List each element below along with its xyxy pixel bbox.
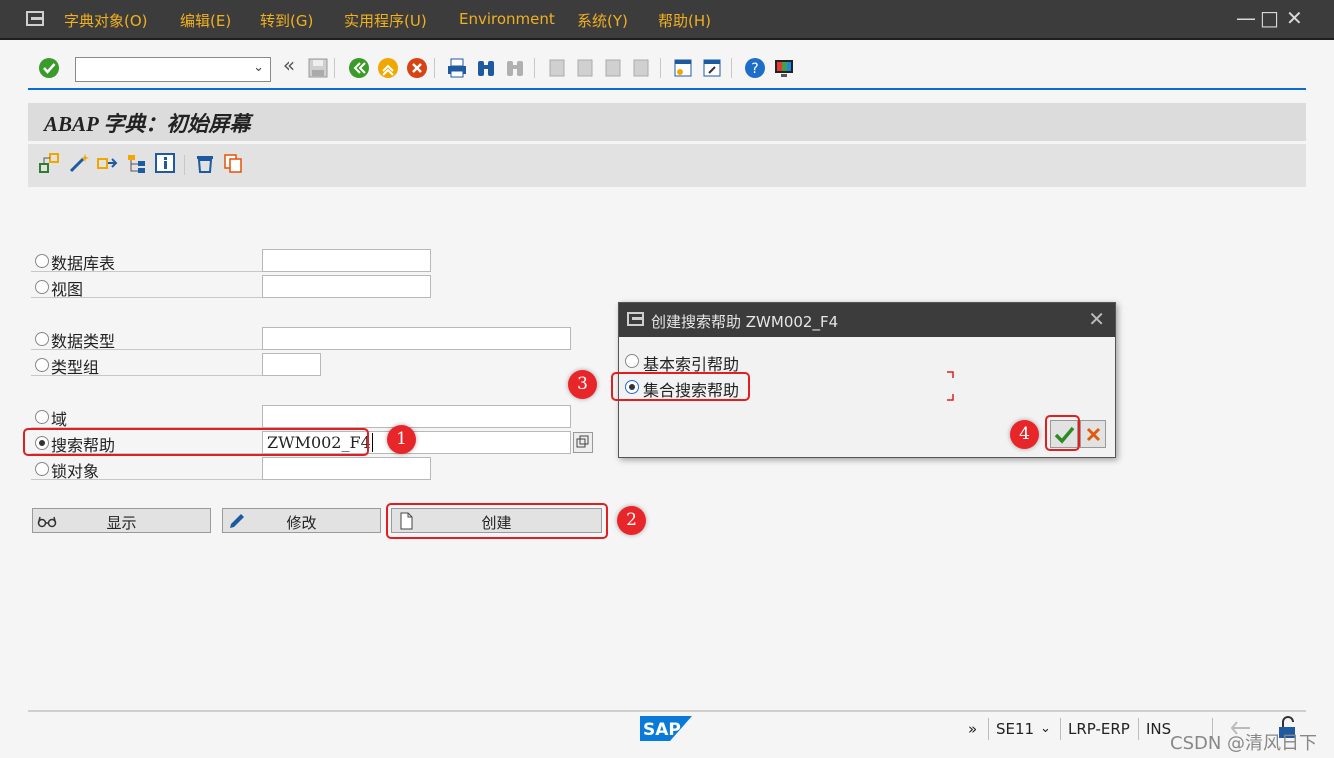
first-page-icon: [549, 59, 565, 77]
watermark: CSDN @清风日下: [1170, 733, 1318, 754]
display-button[interactable]: 显示: [32, 508, 211, 533]
shortcut-icon[interactable]: [701, 57, 723, 79]
radio-elementary[interactable]: [625, 354, 639, 368]
menu-dictionary-object[interactable]: 字典对象(O): [64, 10, 148, 31]
customize-layout-icon[interactable]: [773, 57, 795, 79]
cancel-icon[interactable]: [406, 57, 428, 79]
radio-database-table[interactable]: [35, 254, 49, 268]
row-domain[interactable]: 域: [31, 406, 263, 429]
highlight-confirm-button: [1045, 415, 1080, 451]
status-expand-icon[interactable]: »: [968, 720, 977, 738]
find-icon[interactable]: [475, 57, 497, 79]
svg-text:SAP: SAP: [643, 720, 681, 740]
menu-utilities[interactable]: 实用程序(U): [344, 10, 427, 31]
standard-toolbar: ⌄ « ?: [28, 50, 1306, 90]
change-button[interactable]: 修改: [222, 508, 381, 533]
highlight-collective-option: [611, 372, 750, 401]
step-badge-1: 1: [387, 425, 416, 454]
option-elementary-search-help[interactable]: 基本索引帮助: [625, 351, 825, 374]
other-object-icon[interactable]: [38, 152, 60, 174]
view-label: 视图: [51, 280, 84, 299]
database-table-input[interactable]: [262, 249, 431, 272]
help-icon[interactable]: ?: [744, 57, 766, 79]
where-used-icon[interactable]: [96, 152, 118, 174]
back-icon[interactable]: [348, 57, 370, 79]
change-button-label: 修改: [286, 514, 317, 532]
menu-system[interactable]: 系统(Y): [577, 10, 628, 31]
domain-label: 域: [51, 410, 68, 429]
highlight-search-help: [23, 428, 369, 456]
radio-data-type[interactable]: [35, 332, 49, 346]
menu-help[interactable]: 帮助(H): [658, 10, 711, 31]
row-lock-object[interactable]: 锁对象: [31, 458, 263, 481]
new-session-icon[interactable]: [672, 57, 694, 79]
value-help-icon[interactable]: [573, 432, 593, 453]
find-next-icon: [507, 61, 523, 76]
dialog-title: 创建搜索帮助 ZWM002_F4: [651, 313, 839, 331]
svg-text:?: ?: [751, 61, 758, 77]
dialog-menu-icon[interactable]: [627, 312, 645, 327]
chevron-down-icon[interactable]: ⌄: [253, 60, 264, 75]
minimize-button[interactable]: —: [1236, 6, 1256, 30]
radio-lock-object[interactable]: [35, 462, 49, 476]
dialog-header: 创建搜索帮助 ZWM002_F4 ✕: [619, 303, 1115, 337]
save-icon[interactable]: [307, 57, 329, 79]
row-type-group[interactable]: 类型组: [31, 354, 263, 377]
collapse-command-icon[interactable]: «: [278, 53, 300, 77]
lock-object-input[interactable]: [262, 457, 431, 480]
data-type-input[interactable]: [262, 327, 571, 350]
radio-type-group[interactable]: [35, 358, 49, 372]
sap-logo: SAP: [640, 716, 692, 741]
close-window-button[interactable]: ✕: [1286, 6, 1303, 30]
radio-domain[interactable]: [35, 410, 49, 424]
maximize-button[interactable]: □: [1260, 6, 1279, 30]
type-group-label: 类型组: [51, 358, 100, 377]
enter-check-icon[interactable]: [38, 57, 60, 79]
transaction-dropdown-icon[interactable]: ⌄: [1040, 721, 1051, 736]
page-title: ABAP 字典：初始屏幕: [44, 112, 251, 136]
magic-wand-icon[interactable]: [68, 152, 90, 174]
menu-edit[interactable]: 编辑(E): [180, 10, 231, 31]
delete-icon[interactable]: [194, 152, 216, 174]
exit-icon[interactable]: [377, 57, 399, 79]
menu-goto[interactable]: 转到(G): [260, 10, 313, 31]
command-field[interactable]: ⌄: [75, 57, 271, 82]
dialog-close-icon[interactable]: ✕: [1088, 307, 1105, 331]
lock-object-label: 锁对象: [51, 462, 100, 481]
copy-icon[interactable]: [222, 152, 244, 174]
last-page-icon: [633, 59, 649, 77]
cancel-x-icon: [1086, 427, 1101, 442]
system-name: LRP-ERP: [1068, 720, 1130, 738]
data-type-label: 数据类型: [51, 332, 116, 351]
row-database-table[interactable]: 数据库表: [31, 250, 263, 273]
domain-input[interactable]: [262, 405, 571, 428]
menu-environment[interactable]: Environment: [459, 10, 555, 28]
hierarchy-icon[interactable]: [126, 152, 148, 174]
status-divider: [28, 710, 1306, 712]
previous-page-icon: [577, 59, 593, 77]
application-toolbar: [28, 144, 1306, 187]
next-page-icon: [605, 59, 621, 77]
print-icon[interactable]: [446, 57, 468, 79]
step-badge-2: 2: [617, 506, 646, 535]
title-bar: ABAP 字典：初始屏幕: [28, 103, 1306, 141]
menu-bar: 字典对象(O) 编辑(E) 转到(G) 实用程序(U) Environment …: [0, 0, 1334, 40]
step-badge-4: 4: [1010, 420, 1039, 449]
database-table-label: 数据库表: [51, 254, 116, 273]
display-button-label: 显示: [106, 514, 137, 532]
type-group-input[interactable]: [262, 353, 321, 376]
row-data-type[interactable]: 数据类型: [31, 328, 263, 351]
row-view[interactable]: 视图: [31, 276, 263, 299]
transaction-code: SE11: [996, 720, 1035, 738]
insert-mode[interactable]: INS: [1146, 720, 1171, 738]
focus-bracket: [947, 371, 954, 401]
system-menu-icon[interactable]: [26, 11, 46, 27]
info-icon[interactable]: [154, 152, 176, 174]
step-badge-3: 3: [568, 370, 597, 399]
view-input[interactable]: [262, 275, 431, 298]
cancel-button[interactable]: [1080, 420, 1106, 448]
radio-view[interactable]: [35, 280, 49, 294]
highlight-create-button: [386, 503, 608, 539]
